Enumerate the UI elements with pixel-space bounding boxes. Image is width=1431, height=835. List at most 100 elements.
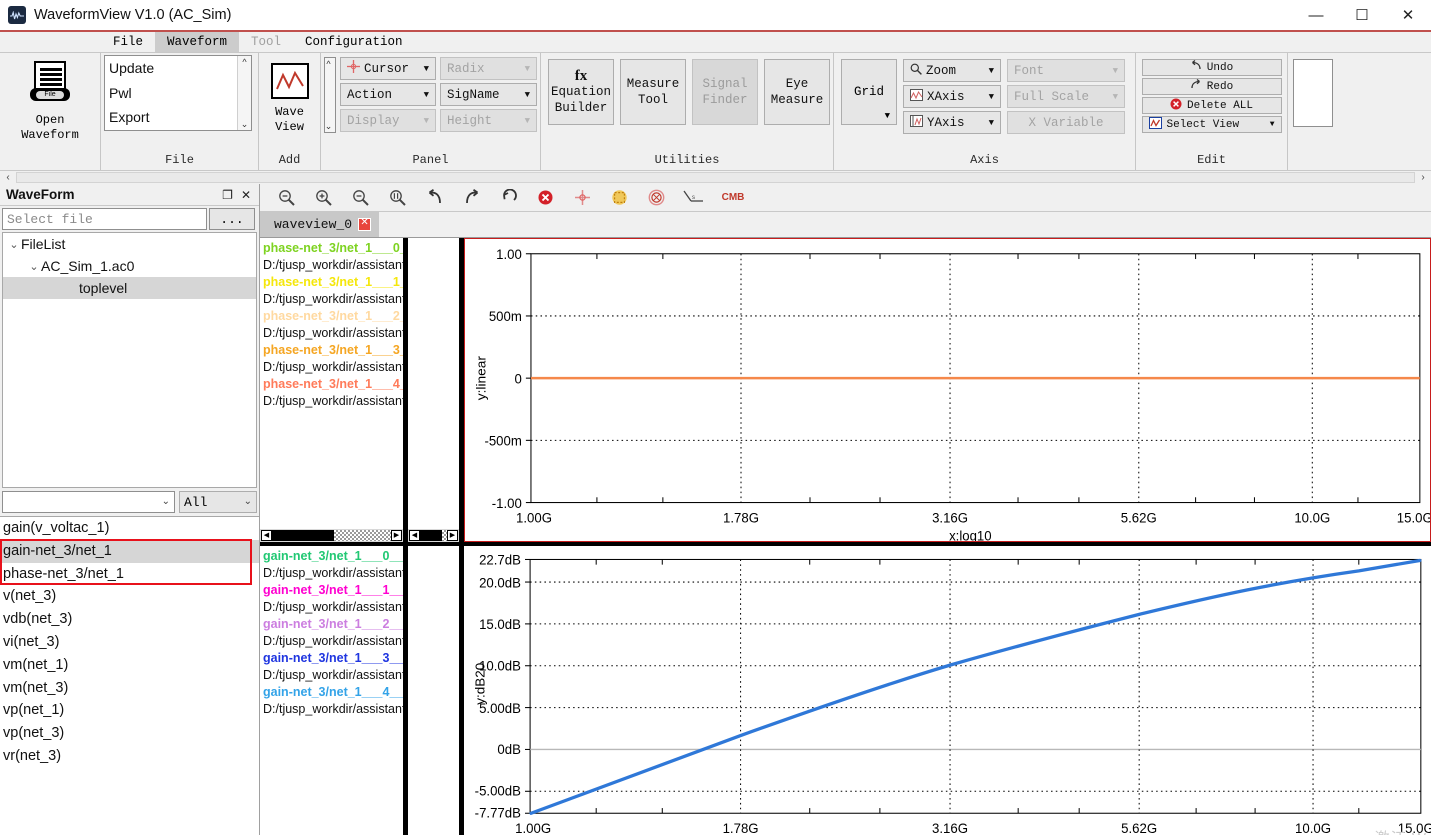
wave-view-button[interactable]: Wave View bbox=[262, 55, 317, 149]
equation-builder-button[interactable]: fx Equation Builder bbox=[548, 59, 614, 125]
chevron-down-icon[interactable]: ▼ bbox=[1113, 92, 1118, 102]
list-item[interactable]: vr(net_3) bbox=[0, 745, 259, 768]
signal-label[interactable]: gain-net_3/net_1___0___ bbox=[260, 548, 403, 565]
list-item[interactable]: vdb(net_3) bbox=[0, 608, 259, 631]
signame-button[interactable]: SigName ▼ bbox=[440, 83, 537, 106]
chevron-down-icon[interactable]: ▼ bbox=[1270, 120, 1275, 129]
dock-restore-icon[interactable]: ❐ bbox=[222, 188, 233, 202]
font-button[interactable]: Font ▼ bbox=[1007, 59, 1125, 82]
chevron-down-icon[interactable]: ▼ bbox=[989, 92, 994, 102]
file-action-list[interactable]: Update Pwl Export ^ ⌄ bbox=[104, 55, 252, 131]
signal-label[interactable]: phase-net_3/net_1___4_ bbox=[260, 376, 403, 393]
list-item[interactable]: vm(net_3) bbox=[0, 677, 259, 700]
height-button[interactable]: Height ▼ bbox=[440, 109, 537, 132]
zoom-out-x-icon[interactable] bbox=[342, 185, 379, 211]
phase-names-hscrollbar[interactable]: ◀ ▶ bbox=[260, 528, 403, 542]
undo-arrow-icon[interactable] bbox=[416, 185, 453, 211]
chevron-down-icon[interactable]: ▼ bbox=[989, 118, 994, 128]
chevron-down-icon[interactable]: ⌄ bbox=[27, 260, 41, 273]
zoom-fit-icon[interactable] bbox=[379, 185, 416, 211]
scroll-left-icon[interactable]: ‹ bbox=[0, 172, 16, 183]
ribbon-scroll-track[interactable] bbox=[16, 172, 1415, 183]
redo-arrow-icon[interactable] bbox=[453, 185, 490, 211]
display-button[interactable]: Display ▼ bbox=[340, 109, 436, 132]
list-item[interactable]: vp(net_1) bbox=[0, 699, 259, 722]
measure-tool-button[interactable]: Measure Tool bbox=[620, 59, 686, 125]
crosshair-cursor-icon[interactable] bbox=[564, 185, 601, 211]
browse-file-button[interactable]: ... bbox=[209, 208, 255, 230]
scroll-down-icon[interactable]: ⌄ bbox=[325, 120, 335, 132]
list-item[interactable]: vp(net_3) bbox=[0, 722, 259, 745]
chevron-down-icon[interactable]: ▼ bbox=[424, 116, 429, 126]
signal-list[interactable]: gain(v_voltac_1) gain-net_3/net_1 phase-… bbox=[0, 516, 259, 835]
chevron-down-icon[interactable]: ▼ bbox=[525, 90, 530, 100]
open-waveform-button[interactable]: File Open Waveform bbox=[7, 55, 93, 149]
yaxis-button[interactable]: YAxis ▼ bbox=[903, 111, 1001, 134]
signal-label[interactable]: phase-net_3/net_1___0_ bbox=[260, 240, 403, 257]
signal-type-combo[interactable]: ⌄ bbox=[2, 491, 175, 513]
eye-measure-button[interactable]: Eye Measure bbox=[764, 59, 830, 125]
redo-button[interactable]: Redo bbox=[1141, 78, 1282, 95]
gain-panel-signal-names[interactable]: gain-net_3/net_1___0___ D:/tjusp_workdir… bbox=[260, 545, 408, 835]
chevron-down-icon[interactable]: ⌄ bbox=[162, 496, 170, 508]
signal-scope-combo[interactable]: All ⌄ bbox=[179, 491, 257, 513]
phase-panel-signal-names[interactable]: phase-net_3/net_1___0_ D:/tjusp_workdir/… bbox=[260, 238, 408, 542]
full-scale-button[interactable]: Full Scale ▼ bbox=[1007, 85, 1125, 108]
radix-button[interactable]: Radix ▼ bbox=[440, 57, 537, 80]
reset-arrow-icon[interactable] bbox=[490, 185, 527, 211]
signal-label[interactable]: phase-net_3/net_1___2_ bbox=[260, 308, 403, 325]
signal-label[interactable]: phase-net_3/net_1___1_ bbox=[260, 274, 403, 291]
file-action-list-scrollbar[interactable]: ^ ⌄ bbox=[237, 56, 251, 130]
eye-list-scrollbar[interactable]: ^ ⌄ bbox=[325, 58, 335, 132]
dock-close-icon[interactable]: ✕ bbox=[241, 188, 251, 202]
cursor-button[interactable]: Cursor ▼ bbox=[340, 57, 436, 80]
scroll-up-icon[interactable]: ^ bbox=[238, 56, 251, 68]
chevron-down-icon[interactable]: ▼ bbox=[525, 64, 530, 74]
action-button[interactable]: Action ▼ bbox=[340, 83, 436, 106]
file-tree[interactable]: ⌄ FileList ⌄ AC_Sim_1.ac0 toplevel bbox=[2, 232, 257, 488]
scroll-left-icon[interactable]: ◀ bbox=[409, 529, 420, 541]
zoom-in-icon[interactable] bbox=[305, 185, 342, 211]
chevron-down-icon[interactable]: ⌄ bbox=[244, 496, 252, 508]
maximize-button[interactable]: ☐ bbox=[1339, 0, 1385, 30]
file-action-pwl[interactable]: Pwl bbox=[105, 81, 251, 106]
phase-plot[interactable]: 1.00 500m 0 -500m -1.00 1.00G 1.78G 3.16… bbox=[464, 238, 1431, 542]
signal-label[interactable]: gain-net_3/net_1___1___ bbox=[260, 582, 403, 599]
minimize-button[interactable]: — bbox=[1293, 0, 1339, 30]
select-file-input[interactable] bbox=[2, 208, 207, 230]
tab-waveview-0[interactable]: waveview_0 ✕ bbox=[260, 211, 380, 237]
zoom-button[interactable]: Zoom ▼ bbox=[903, 59, 1001, 82]
chevron-down-icon[interactable]: ⌄ bbox=[7, 238, 21, 251]
signal-label[interactable]: gain-net_3/net_1___4___ bbox=[260, 684, 403, 701]
file-action-export[interactable]: Export bbox=[105, 105, 251, 130]
close-button[interactable]: ✕ bbox=[1385, 0, 1431, 30]
chevron-down-icon[interactable]: ▼ bbox=[989, 66, 994, 76]
tab-configuration[interactable]: Configuration bbox=[293, 32, 415, 52]
ribbon-extra-box[interactable] bbox=[1293, 59, 1333, 127]
tab-tool[interactable]: Tool bbox=[239, 32, 293, 52]
list-item[interactable]: vm(net_1) bbox=[0, 654, 259, 677]
signal-finder-button[interactable]: Signal Finder bbox=[692, 59, 758, 125]
tree-node-filelist[interactable]: ⌄ FileList bbox=[3, 233, 256, 255]
chevron-down-icon[interactable]: ▼ bbox=[1113, 66, 1118, 76]
scroll-right-icon[interactable]: ▶ bbox=[447, 529, 458, 541]
scroll-right-icon[interactable]: ▶ bbox=[391, 529, 402, 541]
chevron-down-icon[interactable]: ▼ bbox=[885, 111, 890, 121]
tab-waveform[interactable]: Waveform bbox=[155, 32, 240, 52]
signal-label[interactable]: gain-net_3/net_1___2___ bbox=[260, 616, 403, 633]
tree-node-ac-sim[interactable]: ⌄ AC_Sim_1.ac0 bbox=[3, 255, 256, 277]
list-item[interactable]: gain-net_3/net_1 bbox=[0, 539, 259, 563]
list-item[interactable]: v(net_3) bbox=[0, 585, 259, 608]
zoom-out-icon[interactable] bbox=[268, 185, 305, 211]
scroll-down-icon[interactable]: ⌄ bbox=[238, 118, 251, 130]
list-item[interactable]: gain(v_voltac_1) bbox=[0, 517, 259, 540]
select-view-button[interactable]: Select View ▼ bbox=[1141, 116, 1282, 133]
x-variable-button[interactable]: X Variable bbox=[1007, 111, 1125, 134]
xaxis-button[interactable]: XAxis ▼ bbox=[903, 85, 1001, 108]
gain-panel-value-col[interactable]: ◀ ▶ bbox=[408, 545, 464, 835]
grid-button[interactable]: Grid ▼ bbox=[841, 59, 897, 125]
list-item[interactable]: vi(net_3) bbox=[0, 631, 259, 654]
gain-plot[interactable]: 22.7dB 20.0dB 15.0dB 10.0dB 5.00dB 0dB -… bbox=[464, 545, 1431, 835]
close-icon[interactable]: ✕ bbox=[358, 217, 372, 231]
tree-node-toplevel[interactable]: toplevel bbox=[3, 277, 256, 299]
